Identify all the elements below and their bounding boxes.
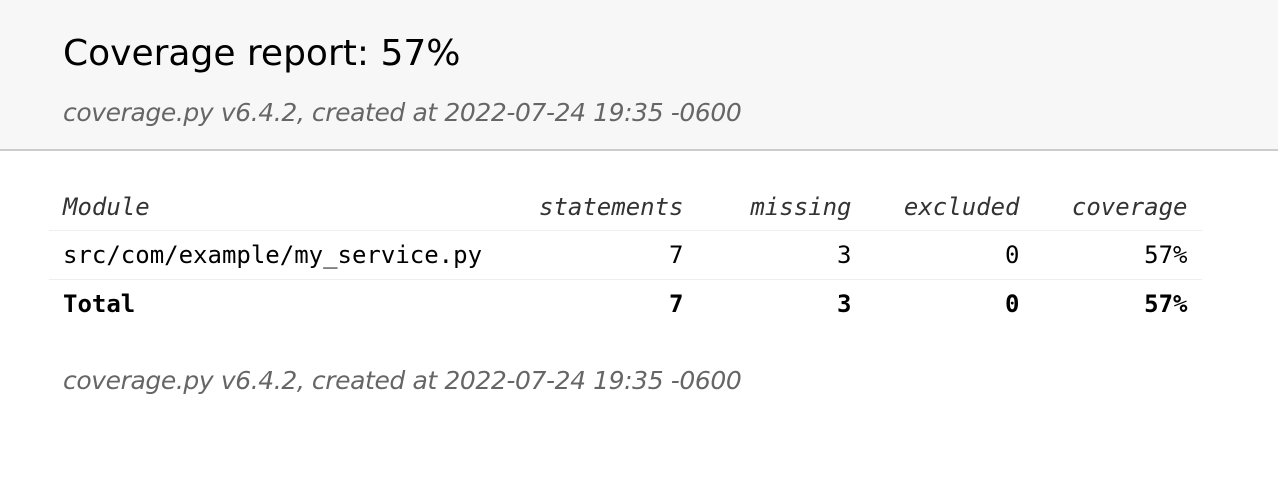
total-statements: 7	[669, 290, 684, 318]
missing-cell: 3	[697, 230, 866, 280]
column-header-excluded[interactable]: excluded	[865, 183, 1034, 231]
header-row: Module statements missing excluded cover…	[49, 183, 1202, 231]
column-header-missing[interactable]: missing	[697, 183, 866, 231]
excluded-cell: 0	[865, 230, 1034, 280]
total-excluded: 0	[1005, 290, 1020, 318]
module-link[interactable]: src/com/example/my_service.py	[49, 230, 525, 280]
column-header-statements[interactable]: statements	[525, 183, 698, 231]
table-header: Module statements missing excluded cover…	[49, 183, 1202, 231]
created-info: coverage.py v6.4.2, created at 2022-07-2…	[63, 98, 742, 127]
footer-created-info: coverage.py v6.4.2, created at 2022-07-2…	[63, 366, 742, 395]
total-coverage: 57%	[1144, 290, 1188, 318]
report-header: Coverage report: 57% coverage.py v6.4.2,…	[0, 0, 1278, 151]
total-label: Total	[63, 290, 136, 318]
total-missing: 3	[837, 290, 852, 318]
total-row: Total 7 3 0 57%	[49, 280, 1202, 329]
column-header-module[interactable]: Module	[49, 183, 525, 231]
column-header-coverage[interactable]: coverage	[1033, 183, 1202, 231]
coverage-table: Module statements missing excluded cover…	[49, 183, 1202, 328]
table-body: src/com/example/my_service.py 7 3 0 57%	[49, 230, 1202, 280]
statements-cell: 7	[525, 230, 698, 280]
table-row: src/com/example/my_service.py 7 3 0 57%	[49, 230, 1202, 280]
table-footer: Total 7 3 0 57%	[49, 280, 1202, 329]
page-title: Coverage report: 57%	[63, 33, 461, 74]
coverage-cell: 57%	[1033, 230, 1202, 280]
